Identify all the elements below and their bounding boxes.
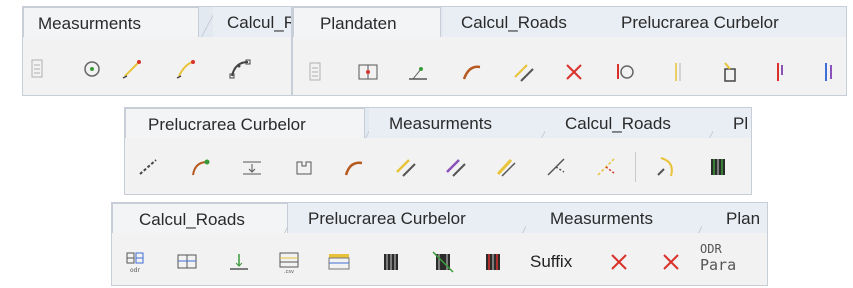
ribbon-panel-calcul-roads: Calcul_Roads Prelucrarea Curbelor Measur… <box>111 202 768 286</box>
tab-row: Plandaten Calcul_Roads Prelucrarea Curbe… <box>293 7 846 37</box>
svg-text:odr: odr <box>130 267 140 274</box>
double-diagonal-icon[interactable] <box>511 59 537 85</box>
curve-nodes-icon[interactable] <box>227 56 253 82</box>
pen-holder-icon[interactable] <box>717 59 743 85</box>
tab-calcul-roads[interactable]: Calcul_Roads <box>443 7 603 37</box>
green-curve-icon[interactable] <box>187 154 213 180</box>
tab-plandaten[interactable]: Pl <box>713 108 751 138</box>
yellow-diagonal-icon[interactable] <box>493 154 519 180</box>
vertical-line-icon[interactable] <box>665 59 691 85</box>
para-label: Para <box>700 256 737 274</box>
red-tick-icon[interactable] <box>767 59 793 85</box>
ribbon-panel-plandaten: Plandaten Calcul_Roads Prelucrarea Curbe… <box>292 6 847 96</box>
red-x-icon[interactable] <box>658 249 684 275</box>
axis-point-icon[interactable] <box>405 59 431 85</box>
ribbon-panel-prelucrarea-curbelor: Prelucrarea Curbelor Measurments Calcul_… <box>124 107 752 195</box>
svg-text:.csv: .csv <box>284 269 294 275</box>
table-icon[interactable] <box>174 249 200 275</box>
suffix-button[interactable]: Suffix <box>530 252 572 272</box>
purple-double-diagonal-icon[interactable] <box>443 154 469 180</box>
toolbar: odr .csv Suffix ODR Para <box>112 233 767 285</box>
tab-measurments[interactable]: Measurments <box>23 7 199 37</box>
odr-para-button[interactable]: ODR Para <box>700 241 736 273</box>
bracket-icon[interactable] <box>291 154 317 180</box>
info-circle-icon[interactable] <box>611 59 637 85</box>
tab-row: Prelucrarea Curbelor Measurments Calcul_… <box>125 108 751 138</box>
odr-label: ODR <box>700 242 722 256</box>
striped-block-red-icon[interactable] <box>480 249 506 275</box>
striped-block-icon[interactable] <box>378 249 404 275</box>
tab-prelucrarea-curbelor[interactable]: Prelucrarea Curbelor <box>288 203 528 233</box>
toolbar <box>293 37 846 95</box>
toolbar <box>23 37 291 95</box>
circle-point-icon[interactable] <box>79 56 105 82</box>
pen-point-icon[interactable] <box>119 56 145 82</box>
tab-row: Measurments Calcul_R <box>23 7 291 37</box>
tab-calcul-roads[interactable]: Calcul_Roads <box>545 108 713 138</box>
curve-arrow-icon[interactable] <box>653 154 679 180</box>
tab-calcul-roads[interactable]: Calcul_Roads <box>112 203 288 233</box>
tab-plandaten[interactable]: Plan <box>702 203 767 233</box>
branch-icon[interactable] <box>543 154 569 180</box>
dashed-diagonal-icon[interactable] <box>135 154 161 180</box>
pen-curve-icon[interactable] <box>173 56 199 82</box>
tab-row: Calcul_Roads Prelucrarea Curbelor Measur… <box>112 203 767 233</box>
dashed-branch-icon[interactable] <box>593 154 619 180</box>
level-mark-icon[interactable] <box>239 154 265 180</box>
blank-sheet-icon[interactable] <box>25 56 51 82</box>
yellow-table-icon[interactable] <box>326 249 352 275</box>
blank-sheet-icon[interactable] <box>303 59 329 85</box>
axis-arrow-icon[interactable] <box>226 249 252 275</box>
tab-plandaten[interactable]: Plandaten <box>293 7 441 37</box>
table-odr-icon[interactable]: odr <box>122 249 148 275</box>
frame-point-icon[interactable] <box>355 59 381 85</box>
red-x-icon[interactable] <box>606 249 632 275</box>
crossed-block-icon[interactable] <box>430 249 456 275</box>
blue-purple-bars-icon[interactable] <box>817 59 843 85</box>
tab-calcul-roads[interactable]: Calcul_R <box>213 7 291 37</box>
yellow-double-diagonal-icon[interactable] <box>393 154 419 180</box>
toolbar <box>125 138 751 194</box>
tab-measurments[interactable]: Measurments <box>369 108 545 138</box>
ribbon-panel-measurments: Measurments Calcul_R <box>22 6 292 96</box>
curve-icon[interactable] <box>341 154 367 180</box>
table-lines-icon[interactable]: .csv <box>276 249 302 275</box>
curve-icon[interactable] <box>459 59 485 85</box>
tab-measurments[interactable]: Measurments <box>526 203 702 233</box>
red-cross-icon[interactable] <box>561 59 587 85</box>
tab-prelucrarea-curbelor[interactable]: Prelucrarea Curbelor <box>603 7 846 37</box>
striped-block-icon[interactable] <box>705 154 731 180</box>
tab-prelucrarea-curbelor[interactable]: Prelucrarea Curbelor <box>125 108 365 138</box>
